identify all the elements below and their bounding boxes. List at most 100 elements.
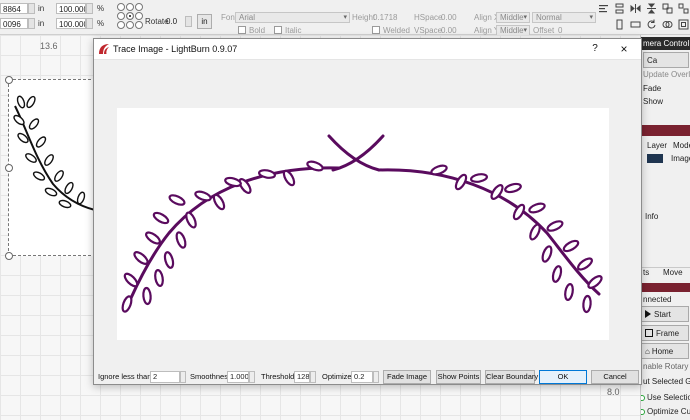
top-toolbar: 8864 0096 in in 100.000 100.000 % % Rota… xyxy=(0,0,690,36)
text-height-field[interactable]: 0.1718 xyxy=(373,12,397,23)
cancel-button[interactable]: Cancel xyxy=(591,370,639,384)
threshold-field[interactable]: 128 xyxy=(294,371,310,383)
left-branch-leaves xyxy=(119,158,325,314)
bold-checkbox[interactable] xyxy=(238,26,246,34)
font-select[interactable]: Arial xyxy=(235,12,350,23)
smoothness-label: Smoothness xyxy=(190,372,232,381)
selected-image-object[interactable] xyxy=(5,76,96,260)
width-percent-field[interactable]: 100.000 xyxy=(56,3,86,14)
anchor-center-radio[interactable] xyxy=(126,12,134,20)
height-pct-label: % xyxy=(97,19,105,28)
optimize-field[interactable]: 0.2 xyxy=(351,371,373,383)
x-unit-label: in xyxy=(38,4,45,13)
optimize-cut-path-label[interactable]: Optimize Cut Pat xyxy=(647,406,690,417)
hspace-field[interactable]: 0.00 xyxy=(441,12,457,23)
optimize-spinner[interactable] xyxy=(373,371,379,383)
close-button[interactable]: × xyxy=(617,42,631,56)
x-spinner[interactable] xyxy=(28,3,35,14)
height-spinner[interactable] xyxy=(86,18,93,29)
threshold-spinner[interactable] xyxy=(310,371,316,383)
play-icon xyxy=(645,310,651,318)
start-button-label: Start xyxy=(654,310,671,319)
dialog-titlebar[interactable]: Trace Image - LightBurn 0.9.07 ? × xyxy=(94,39,641,60)
smoothness-spinner[interactable] xyxy=(249,371,255,383)
tab-move[interactable]: Move xyxy=(663,267,683,278)
y-position-field[interactable]: 0096 xyxy=(0,18,28,29)
camera-button[interactable]: Ca xyxy=(643,52,689,68)
info-label: Info xyxy=(645,212,659,221)
y-spinner[interactable] xyxy=(28,18,35,29)
fade-checkbox-label[interactable]: Fade xyxy=(643,83,661,94)
weld-icon[interactable] xyxy=(662,19,673,30)
italic-checkbox[interactable] xyxy=(274,26,282,34)
ignore-less-than-field[interactable]: 2 xyxy=(150,371,180,383)
optimize-label: Optimize xyxy=(322,372,352,381)
align-center-icon[interactable] xyxy=(614,19,625,30)
x-position-field[interactable]: 8864 xyxy=(0,3,28,14)
ruler-label-top: 13.6 xyxy=(40,41,58,51)
frame-button-label: Frame xyxy=(656,329,680,338)
home-icon: ⌂ xyxy=(645,347,650,356)
flip-icon[interactable] xyxy=(630,3,641,14)
hspace-label: HSpace xyxy=(414,13,443,22)
layer-mode-image[interactable]: Image xyxy=(671,153,690,164)
optimize-cut-path-toggle[interactable] xyxy=(641,409,645,415)
rotate-spinner[interactable] xyxy=(185,16,192,27)
layer-color-swatch[interactable] xyxy=(647,154,663,163)
unit-toggle-button[interactable]: in xyxy=(197,14,212,29)
height-percent-field[interactable]: 100.000 xyxy=(56,18,86,29)
enable-rotary-label[interactable]: nable Rotary xyxy=(643,361,688,372)
align-left-icon[interactable] xyxy=(598,3,609,14)
anchor-bottom-right-radio[interactable] xyxy=(135,21,143,29)
anchor-top-left-radio[interactable] xyxy=(117,3,125,11)
anchor-bottom-left-radio[interactable] xyxy=(117,21,125,29)
start-button[interactable]: Start xyxy=(641,306,689,322)
cut-selected-graphics-label[interactable]: ut Selected Gra xyxy=(643,376,690,387)
clear-boundary-button[interactable]: Clear Boundary xyxy=(485,370,538,384)
distribute-icon[interactable] xyxy=(614,3,625,14)
fade-image-button[interactable]: Fade Image xyxy=(383,370,431,384)
show-points-button[interactable]: Show Points xyxy=(436,370,481,384)
tab-cuts[interactable]: ts xyxy=(643,267,649,278)
resize-handle-top-left[interactable] xyxy=(5,76,13,84)
resize-handle-left[interactable] xyxy=(5,164,13,172)
update-overlay-button[interactable]: Update Overlay xyxy=(643,69,690,80)
rotate-icon[interactable] xyxy=(646,19,657,30)
camera-control-header: mera Control xyxy=(641,37,690,50)
laser-header xyxy=(641,283,690,292)
width-spinner[interactable] xyxy=(86,3,93,14)
ignore-less-than-spinner[interactable] xyxy=(180,371,186,383)
welded-checkbox[interactable] xyxy=(372,26,380,34)
frame-button[interactable]: Frame xyxy=(641,325,689,341)
text-mode-select[interactable]: Normal xyxy=(532,12,596,23)
show-checkbox-label[interactable]: Show xyxy=(643,96,663,107)
smoothness-field[interactable]: 1.000 xyxy=(227,371,249,383)
ungroup-icon[interactable] xyxy=(678,3,689,14)
anchor-top-right-radio[interactable] xyxy=(135,3,143,11)
ruler-label-bottom: 8.0 xyxy=(607,387,620,397)
rotate-field[interactable]: 0.0 xyxy=(164,16,184,27)
right-branch-leaves xyxy=(429,162,605,314)
anchor-bottom-radio[interactable] xyxy=(126,21,134,29)
trace-preview-canvas[interactable] xyxy=(117,108,609,340)
mode-column-header: Mode xyxy=(673,141,690,150)
mirror-icon[interactable] xyxy=(646,3,657,14)
offset-icon[interactable] xyxy=(678,19,689,30)
y-unit-label: in xyxy=(38,19,45,28)
trace-controls-bar: Ignore less than 2 Smoothness 1.000 Thre… xyxy=(94,370,641,384)
ok-button[interactable]: OK xyxy=(539,370,587,384)
anchor-top-radio[interactable] xyxy=(126,3,134,11)
align-middle-icon[interactable] xyxy=(630,19,641,30)
use-selection-origin-toggle[interactable] xyxy=(641,395,645,401)
home-button[interactable]: ⌂ Home xyxy=(641,343,689,359)
frame-icon xyxy=(645,329,653,337)
use-selection-origin-label[interactable]: Use Selection Or xyxy=(647,392,690,403)
help-button[interactable]: ? xyxy=(588,42,602,56)
group-icon[interactable] xyxy=(662,3,673,14)
resize-handle-bottom-left[interactable] xyxy=(5,252,13,260)
align-x-select[interactable]: Middle xyxy=(496,12,530,23)
height-label: Height xyxy=(352,13,376,22)
anchor-right-radio[interactable] xyxy=(135,12,143,20)
canvas-laurel-artwork xyxy=(13,95,96,211)
anchor-left-radio[interactable] xyxy=(117,12,125,20)
